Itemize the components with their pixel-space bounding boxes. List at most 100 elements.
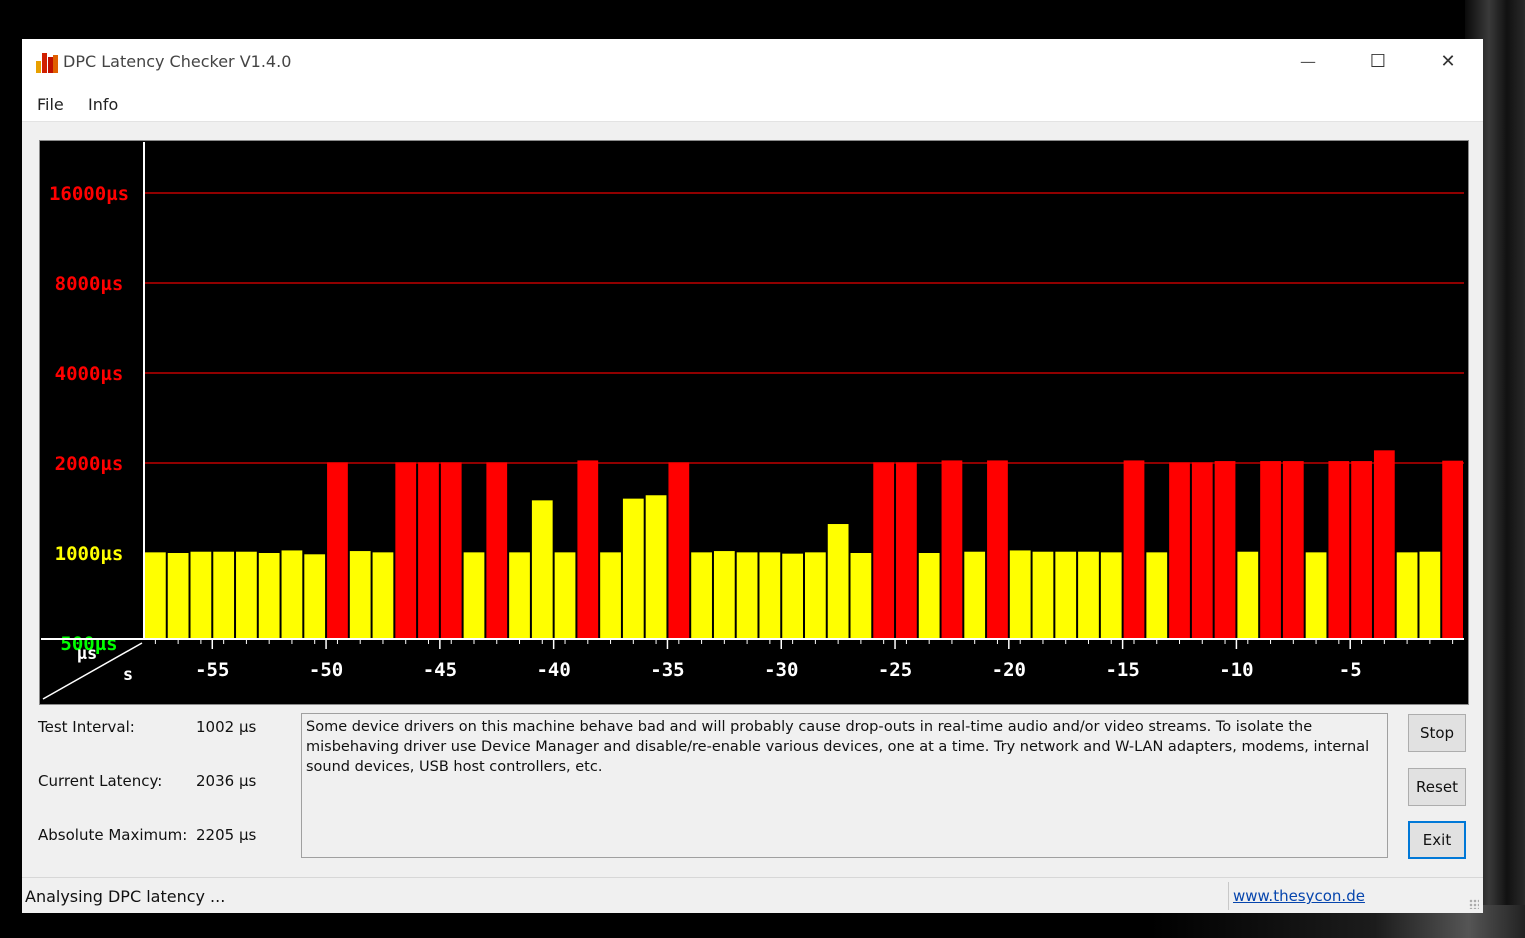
- latency-bar: [691, 552, 712, 639]
- latency-bar: [850, 553, 872, 639]
- bar-chart-app-icon: [36, 53, 58, 73]
- latency-bar: [736, 552, 758, 639]
- latency-bar: [1009, 550, 1031, 639]
- corner-y-unit: µs: [77, 644, 97, 664]
- x-tick-label: -5: [1339, 659, 1362, 681]
- latency-bar: [1328, 461, 1350, 639]
- x-tick-label: -55: [195, 659, 229, 681]
- latency-bar: [1214, 461, 1236, 639]
- x-tick-label: -30: [764, 659, 798, 681]
- title-bar: DPC Latency Checker V1.4.0 — ☐ ✕: [22, 39, 1483, 83]
- latency-bar: [1442, 460, 1463, 639]
- maximize-icon: ☐: [1369, 50, 1387, 72]
- latency-bar: [827, 524, 849, 639]
- status-bar: Analysing DPC latency ... www.thesycon.d…: [22, 877, 1483, 913]
- latency-bar: [145, 552, 166, 639]
- y-tick-label: 2000µs: [55, 453, 124, 475]
- y-tick-label: 4000µs: [55, 363, 124, 385]
- latency-bar: [304, 554, 326, 639]
- latency-bar: [1032, 551, 1054, 639]
- menu-info[interactable]: Info: [88, 95, 118, 114]
- latency-bar: [713, 551, 735, 639]
- x-tick-label: -45: [423, 659, 457, 681]
- latency-bar: [281, 550, 303, 639]
- latency-bar: [1419, 551, 1441, 639]
- latency-chart-canvas: 16000µs8000µs4000µs2000µs1000µs500µs-55-…: [41, 142, 1464, 700]
- latency-bar: [1055, 551, 1077, 639]
- latency-bar: [987, 460, 1008, 639]
- latency-bar: [236, 551, 257, 639]
- latency-bar: [372, 552, 394, 639]
- test-interval-label: Test Interval:: [38, 718, 135, 736]
- latency-bar: [190, 551, 212, 639]
- latency-bar: [1100, 552, 1122, 639]
- absolute-maximum-label: Absolute Maximum:: [38, 826, 188, 844]
- latency-bar: [782, 553, 803, 639]
- latency-bar: [463, 552, 485, 639]
- x-tick-label: -20: [992, 659, 1026, 681]
- latency-bar: [1237, 551, 1259, 639]
- latency-bar: [213, 551, 235, 639]
- latency-chart: 16000µs 8000µs 4000µs 2000µs 1000µs 500µs -55-…: [39, 140, 1469, 705]
- latency-bar: [1305, 552, 1327, 639]
- latency-bar: [896, 462, 917, 639]
- minimize-icon: —: [1300, 51, 1316, 71]
- latency-bar: [440, 462, 462, 639]
- x-tick-label: -10: [1219, 659, 1253, 681]
- minimize-button[interactable]: —: [1273, 39, 1343, 83]
- app-window: DPC Latency Checker V1.4.0 — ☐ ✕ File In…: [22, 39, 1483, 913]
- latency-bar: [941, 460, 963, 639]
- latency-bar: [759, 552, 781, 639]
- latency-bar: [1169, 462, 1190, 639]
- latency-bar: [167, 553, 189, 639]
- latency-bar: [873, 462, 895, 639]
- diagnosis-message: Some device drivers on this machine beha…: [301, 713, 1388, 858]
- current-latency-value: 2036 µs: [196, 772, 257, 790]
- latency-bar: [668, 462, 690, 639]
- latency-bar: [1396, 552, 1418, 639]
- corner-x-unit: s: [123, 665, 133, 685]
- latency-bar: [531, 500, 553, 639]
- latency-bar: [509, 552, 530, 639]
- reset-button[interactable]: Reset: [1408, 768, 1466, 806]
- window-title: DPC Latency Checker V1.4.0: [63, 52, 292, 71]
- x-tick-label: -35: [650, 659, 684, 681]
- y-tick-label: 16000µs: [49, 183, 129, 205]
- latency-bar: [554, 552, 576, 639]
- latency-bar: [577, 460, 599, 639]
- latency-bar: [418, 462, 439, 639]
- resize-grip-icon[interactable]: [1469, 899, 1479, 909]
- y-tick-label: 8000µs: [55, 273, 124, 295]
- status-separator: [1228, 882, 1229, 910]
- current-latency-label: Current Latency:: [38, 772, 163, 790]
- close-button[interactable]: ✕: [1413, 39, 1483, 83]
- latency-bar: [1373, 450, 1395, 639]
- x-tick-label: -40: [536, 659, 570, 681]
- latency-bar: [327, 462, 348, 639]
- latency-bar: [258, 553, 280, 639]
- x-tick-label: -25: [878, 659, 912, 681]
- latency-bar: [1260, 461, 1281, 639]
- menu-bar: File Info: [22, 83, 1483, 122]
- maximize-button[interactable]: ☐: [1343, 39, 1413, 83]
- exit-button[interactable]: Exit: [1408, 821, 1466, 859]
- status-text: Analysing DPC latency ...: [25, 887, 226, 906]
- latency-bar: [1351, 461, 1372, 639]
- latency-bar: [964, 551, 986, 639]
- absolute-maximum-value: 2205 µs: [196, 826, 257, 844]
- latency-bar: [805, 552, 826, 639]
- latency-bar: [1191, 462, 1213, 639]
- test-interval-value: 1002 µs: [196, 718, 257, 736]
- menu-file[interactable]: File: [37, 95, 64, 114]
- latency-bar: [1282, 461, 1304, 639]
- close-icon: ✕: [1440, 50, 1456, 72]
- y-tick-label: 1000µs: [55, 543, 124, 565]
- latency-bar: [622, 498, 644, 639]
- latency-bar: [600, 552, 621, 639]
- latency-bar: [918, 553, 940, 639]
- stop-button[interactable]: Stop: [1408, 714, 1466, 752]
- website-link[interactable]: www.thesycon.de: [1233, 887, 1365, 905]
- latency-bar: [395, 462, 417, 639]
- x-tick-label: -15: [1105, 659, 1139, 681]
- latency-bar: [349, 551, 371, 639]
